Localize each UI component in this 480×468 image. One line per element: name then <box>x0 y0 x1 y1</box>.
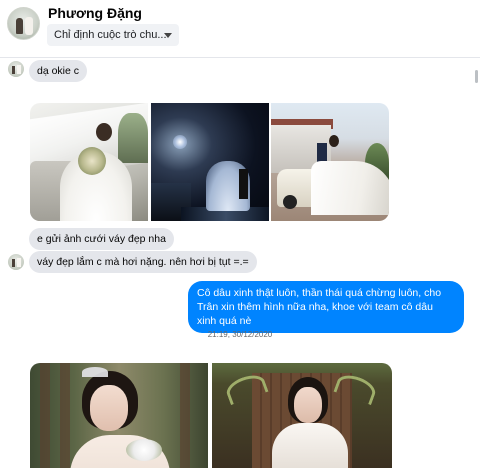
contact-avatar-small <box>8 61 24 77</box>
chevron-down-icon <box>164 33 172 38</box>
chat-header: Phương Đặng Chỉ định cuộc trò chu... <box>0 0 480 58</box>
outgoing-message: Cô dâu xinh thật luôn, thần thái quá chừ… <box>188 281 464 333</box>
wedding-photo-1[interactable] <box>30 103 148 221</box>
incoming-message: e gửi ảnh cưới váy đẹp nha <box>29 228 174 250</box>
wedding-photo-3[interactable] <box>271 103 389 221</box>
scrollbar-thumb[interactable] <box>475 70 478 83</box>
contact-name[interactable]: Phương Đặng <box>48 5 142 21</box>
wedding-photo-4[interactable] <box>30 363 208 468</box>
assign-conversation-label: Chỉ định cuộc trò chu... <box>54 29 167 41</box>
incoming-message: váy đẹp lắm c mà hơi nặng. nên hơi bị tụ… <box>29 251 257 273</box>
contact-avatar[interactable] <box>7 7 40 40</box>
wedding-photo-5[interactable] <box>212 363 392 468</box>
wedding-photo-2[interactable] <box>151 103 269 221</box>
incoming-message: dạ okie c <box>29 60 88 82</box>
message-timestamp: 21:19, 30/12/2020 <box>207 330 273 339</box>
contact-avatar-small <box>8 254 24 270</box>
assign-conversation-dropdown[interactable]: Chỉ định cuộc trò chu... <box>47 24 179 46</box>
